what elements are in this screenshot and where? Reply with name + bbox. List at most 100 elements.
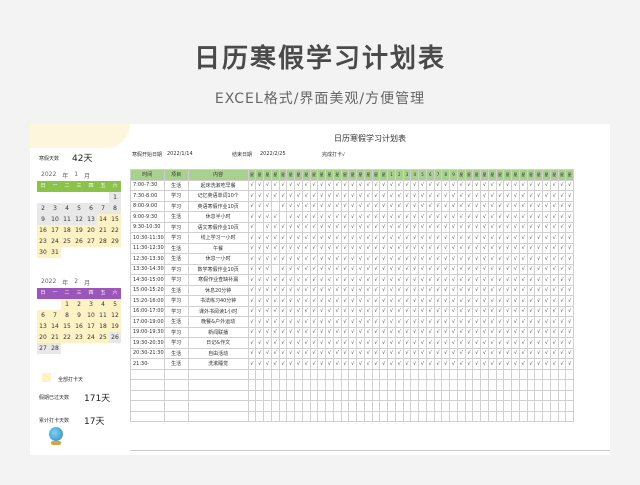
check-cell: √: [480, 337, 489, 349]
check-cell: √: [441, 221, 451, 233]
table-row: 19:00-19:30 学习 新闻联播 √ √ √ √ √ √ √ √ √ √ √ √ √ √ √ √ √ √ √ √ √ √ √…: [130, 326, 575, 338]
empty-cell: [379, 379, 389, 391]
check-cell: √: [363, 232, 373, 244]
check-cell: √: [534, 200, 544, 212]
check-cell: √: [410, 232, 420, 244]
check-cell: √: [278, 337, 288, 349]
check-cell: √: [263, 200, 272, 212]
check-cell: √: [495, 263, 505, 275]
check-cell: √: [294, 284, 303, 296]
calendar-day: [61, 343, 73, 354]
check-cell: √: [542, 295, 551, 307]
check-cell: √: [394, 190, 404, 202]
check-cell: √: [410, 221, 420, 233]
check-cell: √: [449, 305, 458, 317]
check-cell: √: [441, 274, 451, 286]
check-cell: √: [286, 179, 296, 191]
empty-cell: [418, 389, 427, 401]
check-cell: √: [348, 190, 358, 202]
check-cell: √: [511, 337, 520, 349]
check-cell: √: [441, 347, 451, 359]
empty-cell: [441, 410, 451, 422]
empty-cell: [472, 368, 482, 380]
check-cell: √: [549, 232, 559, 244]
empty-cell: [472, 389, 482, 401]
check-cell: √: [348, 337, 358, 349]
empty-cell: [418, 368, 427, 380]
calendar-day: [97, 343, 109, 354]
empty-cell: [309, 379, 319, 391]
check-cell: √: [402, 326, 412, 338]
check-cell: √: [425, 358, 435, 370]
row-time: 9:30-10:30: [130, 221, 165, 233]
check-cell: √: [503, 190, 513, 202]
empty-cell: [255, 368, 265, 380]
check-cell: √: [294, 326, 303, 338]
check-cell: √: [487, 316, 497, 328]
table-row: 9:30-10:30 学习 语文寒假作业10页 √ √ √ √ √ √ √ √ √ √ √ √ √ √ √ √ √ √ √…: [130, 221, 575, 233]
check-cell: √: [549, 190, 559, 202]
check-cell: √: [511, 326, 520, 338]
check-cell: √: [495, 190, 505, 202]
calendar-day: 6: [85, 203, 97, 214]
check-cell: √: [542, 232, 551, 244]
calendar-day: 27: [37, 343, 49, 354]
check-cell: √: [542, 211, 551, 223]
check-cell: [255, 221, 265, 233]
row-content: 英语寒假作业10页: [187, 200, 249, 212]
check-cell: √: [371, 253, 381, 265]
row-time: 21:30-: [130, 358, 165, 370]
check-cell: √: [394, 200, 404, 212]
check-cell: √: [402, 274, 412, 286]
check-cell: √: [495, 326, 505, 338]
check-cell: √: [387, 337, 396, 349]
check-cell: √: [495, 200, 505, 212]
calendar-day: 12: [73, 214, 85, 225]
check-cell: √: [456, 242, 466, 254]
check-cell: √: [301, 242, 311, 254]
calendar-day: [49, 192, 61, 203]
check-cell: √: [565, 221, 575, 233]
empty-cell: [309, 389, 319, 401]
table-footer-line: [130, 450, 610, 454]
check-cell: √: [449, 263, 458, 275]
row-item: 生活: [163, 284, 189, 296]
table-row: 15:00-15:20 生活 休息20分钟 √ √ √ √ √ √ √ √ √ √ √ √ √ √ √ √ √ √ √ √ √…: [130, 284, 575, 296]
empty-cell: [278, 400, 288, 412]
check-cell: √: [565, 326, 575, 338]
check-cell: √: [247, 295, 257, 307]
check-cell: √: [394, 179, 404, 191]
check-cell: √: [294, 274, 303, 286]
check-cell: √: [534, 316, 544, 328]
check-cell: √: [263, 179, 272, 191]
row-time: 7:30-8:00: [130, 190, 165, 202]
empty-cell: [565, 389, 575, 401]
empty-cell: [549, 410, 559, 422]
check-cell: √: [425, 232, 435, 244]
check-cell: √: [379, 263, 389, 275]
calendar-weekday: 四: [85, 288, 97, 299]
day-column-header: 5: [418, 169, 427, 181]
calendar-day: 10: [49, 214, 61, 225]
check-cell: √: [433, 284, 443, 296]
check-cell: √: [549, 316, 559, 328]
check-cell: √: [503, 232, 513, 244]
check-cell: √: [495, 253, 505, 265]
check-cell: √: [317, 347, 327, 359]
check-cell: √: [480, 305, 489, 317]
empty-cell: [340, 368, 350, 380]
check-cell: √: [371, 179, 381, 191]
check-cell: √: [557, 263, 567, 275]
empty-cell: [317, 389, 327, 401]
empty-cell: [487, 379, 497, 391]
check-cell: √: [511, 284, 520, 296]
calendar-header: 2022 年 2 月: [37, 278, 124, 288]
calendar-day: [37, 192, 49, 203]
check-cell: √: [301, 316, 311, 328]
check-cell: √: [309, 200, 319, 212]
end-value: 2022/2/25: [260, 151, 286, 157]
empty-cell: [387, 410, 396, 422]
check-cell: √: [270, 242, 280, 254]
row-item: 学习: [163, 200, 189, 212]
check-cell: √: [278, 200, 288, 212]
